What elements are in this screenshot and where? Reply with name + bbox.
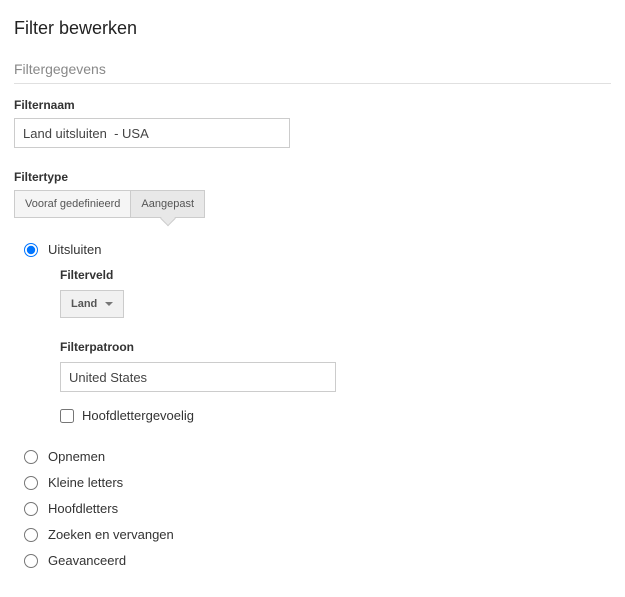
filter-name-input[interactable]	[14, 118, 290, 148]
lowercase-row: Kleine letters	[14, 475, 611, 490]
exclude-row: Uitsluiten	[14, 242, 611, 257]
search-replace-row: Zoeken en vervangen	[14, 527, 611, 542]
search-replace-label: Zoeken en vervangen	[48, 527, 174, 542]
case-sensitive-checkbox[interactable]	[60, 409, 74, 423]
advanced-radio[interactable]	[24, 554, 38, 568]
predefined-button[interactable]: Vooraf gedefinieerd	[14, 190, 131, 218]
include-label: Opnemen	[48, 449, 105, 464]
advanced-row: Geavanceerd	[14, 553, 611, 568]
search-replace-radio[interactable]	[24, 528, 38, 542]
uppercase-radio[interactable]	[24, 502, 38, 516]
exclude-radio[interactable]	[24, 243, 38, 257]
advanced-label: Geavanceerd	[48, 553, 126, 568]
case-sensitive-label: Hoofdlettergevoelig	[82, 408, 194, 423]
include-row: Opnemen	[14, 449, 611, 464]
filter-pattern-label: Filterpatroon	[60, 340, 611, 354]
filter-name-label: Filternaam	[14, 98, 611, 112]
include-radio[interactable]	[24, 450, 38, 464]
section-title: Filtergegevens	[14, 61, 611, 84]
lowercase-label: Kleine letters	[48, 475, 123, 490]
filter-field-label: Filterveld	[60, 268, 611, 282]
case-sensitive-row: Hoofdlettergevoelig	[60, 408, 611, 423]
filter-field-value: Land	[71, 298, 97, 310]
custom-button[interactable]: Aangepast	[131, 190, 205, 218]
filter-type-label: Filtertype	[14, 170, 611, 184]
uppercase-label: Hoofdletters	[48, 501, 118, 516]
filter-pattern-input[interactable]	[60, 362, 336, 392]
exclude-subsection: Filterveld Land Filterpatroon Hoofdlette…	[60, 268, 611, 423]
caret-down-icon	[105, 302, 113, 306]
filter-type-toggle: Vooraf gedefinieerd Aangepast	[14, 190, 611, 218]
lowercase-radio[interactable]	[24, 476, 38, 490]
page-title: Filter bewerken	[14, 18, 611, 39]
filter-field-select[interactable]: Land	[60, 290, 124, 318]
uppercase-row: Hoofdletters	[14, 501, 611, 516]
exclude-label: Uitsluiten	[48, 242, 101, 257]
